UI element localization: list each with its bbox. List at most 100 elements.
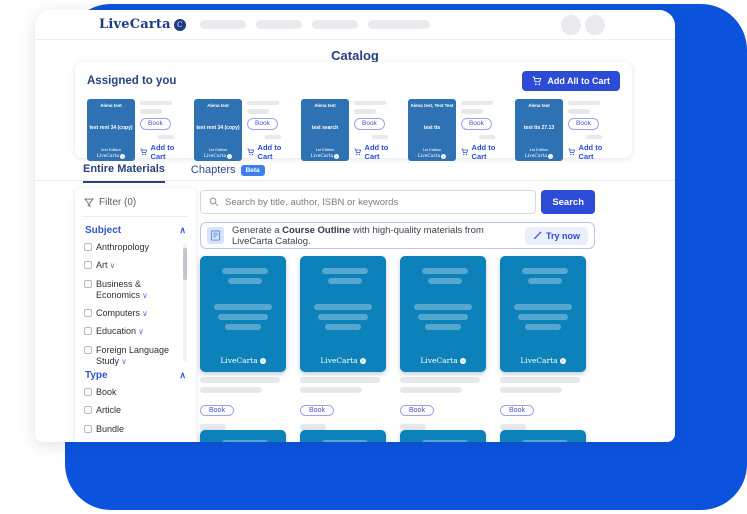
livecarta-logo-icon: c: [548, 154, 553, 159]
book-title: test search: [312, 125, 338, 132]
filter-option-computers[interactable]: Computers∨: [84, 308, 180, 319]
avatar[interactable]: [561, 15, 581, 35]
livecarta-logo-icon: c: [227, 154, 232, 159]
add-to-cart-link[interactable]: Add to Cart: [461, 143, 510, 161]
beta-badge: Beta: [241, 165, 265, 176]
cover-placeholder-bar: [418, 314, 468, 320]
assigned-section-title: Assigned to you: [87, 75, 176, 87]
book-cover[interactable]: [200, 430, 286, 442]
cover-brand: LiveCartac: [300, 356, 386, 365]
section-label: Type: [85, 370, 108, 381]
add-to-cart-link[interactable]: Add to Cart: [568, 143, 617, 161]
placeholder-bar: [300, 387, 362, 393]
scrollbar-track[interactable]: [183, 244, 187, 362]
cover-brand: LiveCartac: [97, 154, 125, 159]
add-to-cart-link[interactable]: Add to Cart: [247, 143, 296, 161]
cover-placeholder-bar: [522, 440, 568, 442]
cover-placeholder-bar: [322, 440, 368, 442]
cover-brand: LiveCartac: [400, 356, 486, 365]
filter-header[interactable]: Filter (0): [84, 197, 187, 208]
cover-brand: LiveCartac: [204, 154, 232, 159]
add-to-cart-label: Add to Cart: [258, 143, 296, 161]
book-cover[interactable]: Alena test test search 1st Edition LiveC…: [301, 99, 349, 161]
filter-section-subject[interactable]: Subject ∧: [85, 225, 186, 236]
search-row: Search: [200, 190, 595, 214]
filter-count-label: Filter (0): [99, 197, 136, 208]
cover-brand: LiveCartac: [200, 356, 286, 365]
filter-option-anthropology[interactable]: Anthropology: [84, 242, 180, 253]
checkbox[interactable]: [84, 261, 92, 269]
book-cover[interactable]: Alena test test rent 34 (copy) 1st Editi…: [194, 99, 242, 161]
page-title: Catalog: [35, 48, 675, 63]
filter-option-foreign-language-study[interactable]: Foreign Language Study∨: [84, 345, 180, 367]
book-cover[interactable]: [300, 430, 386, 442]
cover-placeholder-bar: [528, 278, 562, 284]
cover-placeholder-bar: [318, 314, 368, 320]
assigned-book-card: Alena test test rent 34 (copy) 2nd Editi…: [87, 99, 189, 161]
livecarta-logo[interactable]: LiveCarta C: [99, 17, 186, 32]
placeholder-bar: [140, 101, 172, 105]
livecarta-logo-icon: c: [334, 154, 339, 159]
cart-icon: [461, 148, 469, 156]
search-box[interactable]: [200, 190, 536, 214]
chevron-down-icon[interactable]: ∨: [138, 327, 144, 336]
book-cover[interactable]: [400, 430, 486, 442]
filter-option-article[interactable]: Article: [84, 405, 187, 416]
chevron-down-icon[interactable]: ∨: [142, 309, 148, 318]
placeholder-bar: [158, 135, 174, 139]
placeholder-bar: [461, 109, 483, 113]
book-cover[interactable]: Alena test test tts 27.13 1st Edition Li…: [515, 99, 563, 161]
avatar[interactable]: [585, 15, 605, 35]
checkbox[interactable]: [84, 388, 92, 396]
add-to-cart-link[interactable]: Add to Cart: [140, 143, 189, 161]
book-title: test tts: [424, 125, 440, 132]
filter-option-art[interactable]: Art∨: [84, 260, 180, 271]
chevron-down-icon[interactable]: ∨: [142, 291, 148, 300]
cover-placeholder-bar: [428, 278, 462, 284]
add-to-cart-link[interactable]: Add to Cart: [354, 143, 403, 161]
filter-option-bundle[interactable]: Bundle: [84, 424, 187, 435]
book-edition: 1st Edition: [423, 147, 442, 152]
livecarta-logo-icon: c: [560, 358, 566, 364]
option-label: Article: [96, 405, 121, 416]
checkbox[interactable]: [84, 280, 92, 288]
checkbox[interactable]: [84, 243, 92, 251]
book-cover[interactable]: Alena test test rent 34 (copy) 2nd Editi…: [87, 99, 135, 161]
cart-icon: [247, 148, 255, 156]
assigned-books-row: Alena test test rent 34 (copy) 2nd Editi…: [87, 99, 620, 161]
cover-placeholder-bar: [518, 314, 568, 320]
add-to-cart-label: Add to Cart: [579, 143, 617, 161]
placeholder-bar: [400, 387, 462, 393]
filter-section-type[interactable]: Type ∧: [85, 370, 186, 381]
book-cover[interactable]: Alena test, Test Test test tts 1st Editi…: [408, 99, 456, 161]
add-all-to-cart-button[interactable]: Add All to Cart: [522, 71, 620, 91]
chevron-down-icon[interactable]: ∨: [110, 261, 116, 270]
book-cover[interactable]: LiveCartac: [500, 256, 586, 372]
book-cover[interactable]: [500, 430, 586, 442]
book-cover[interactable]: LiveCartac: [300, 256, 386, 372]
cover-placeholder-bar: [425, 324, 461, 330]
filter-option-business-economics[interactable]: Business & Economics∨: [84, 279, 180, 302]
checkbox[interactable]: [84, 425, 92, 433]
chevron-up-icon: ∧: [179, 225, 186, 236]
assigned-book-card: Alena test test rent 34 (copy) 1st Editi…: [194, 99, 296, 161]
checkbox[interactable]: [84, 346, 92, 354]
scrollbar-thumb[interactable]: [183, 248, 187, 280]
search-button[interactable]: Search: [541, 190, 595, 214]
try-now-button[interactable]: Try now: [525, 227, 588, 245]
option-label: Bundle: [96, 424, 124, 435]
book-cover[interactable]: LiveCartac: [400, 256, 486, 372]
book-cover[interactable]: LiveCartac: [200, 256, 286, 372]
search-input[interactable]: [225, 197, 527, 208]
book-type-badge: Book: [200, 405, 234, 416]
livecarta-logo-icon: c: [460, 358, 466, 364]
chevron-down-icon[interactable]: ∨: [121, 357, 127, 366]
checkbox[interactable]: [84, 327, 92, 335]
checkbox[interactable]: [84, 309, 92, 317]
checkbox[interactable]: [84, 406, 92, 414]
livecarta-logo-icon: c: [441, 154, 446, 159]
assigned-book-card: Alena test test tts 27.13 1st Edition Li…: [515, 99, 617, 161]
filter-option-education[interactable]: Education∨: [84, 326, 180, 337]
book-title: test rent 34 (copy): [196, 125, 239, 132]
filter-option-book[interactable]: Book: [84, 387, 187, 398]
